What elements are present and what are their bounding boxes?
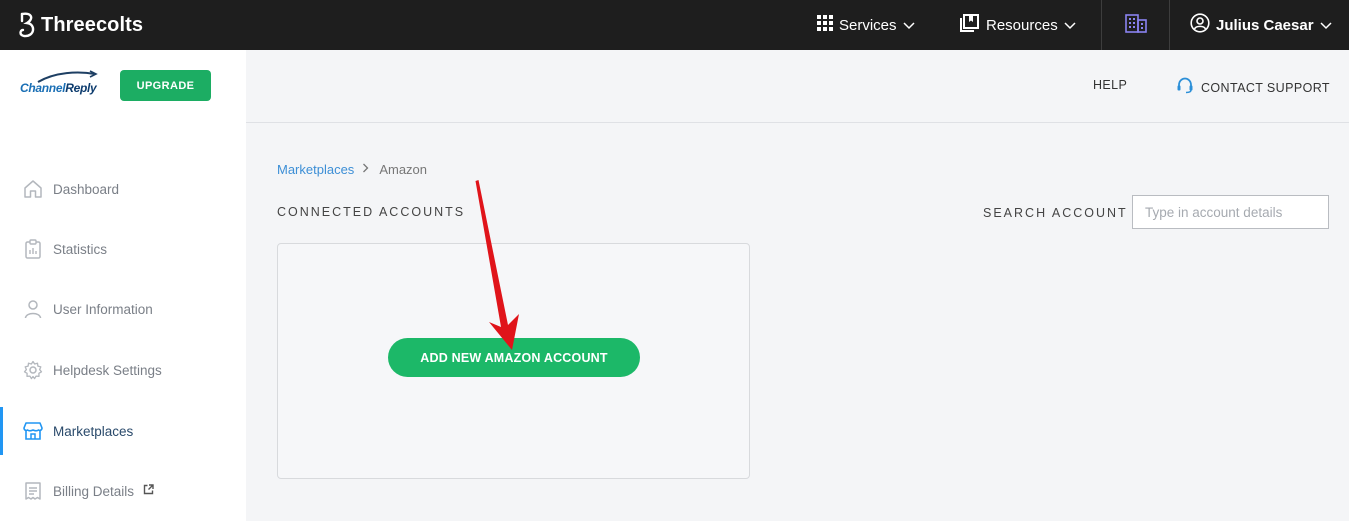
sidebar-item-marketplaces[interactable]: Marketplaces	[0, 407, 246, 455]
grid-icon	[817, 15, 833, 35]
resources-menu[interactable]: Resources	[960, 0, 1076, 50]
sidebar-item-label: Helpdesk Settings	[53, 362, 162, 378]
sidebar-item-statistics[interactable]: Statistics	[0, 225, 246, 273]
chevron-down-icon	[903, 17, 915, 34]
external-link-icon	[143, 482, 154, 500]
search-account-input[interactable]	[1132, 195, 1329, 229]
user-menu[interactable]: Julius Caesar	[1190, 0, 1332, 50]
search-label: SEARCH ACCOUNT	[983, 206, 1128, 220]
chevron-down-icon	[1320, 17, 1332, 34]
contact-support-link[interactable]: CONTACT SUPPORT	[1176, 76, 1330, 99]
top-navbar: Threecolts Services Resources Julius Cae…	[0, 0, 1349, 50]
chevron-down-icon	[1064, 17, 1076, 34]
nav-divider	[1169, 0, 1170, 50]
breadcrumb-marketplaces[interactable]: Marketplaces	[277, 162, 354, 177]
sidebar-item-label: Marketplaces	[53, 423, 134, 439]
user-circle-icon	[1190, 13, 1210, 37]
active-indicator	[0, 407, 3, 455]
sidebar-item-dashboard[interactable]: Dashboard	[0, 165, 246, 213]
sidebar-item-label: User Information	[53, 301, 153, 317]
building-button[interactable]	[1102, 0, 1170, 50]
services-menu[interactable]: Services	[817, 0, 915, 50]
upgrade-button[interactable]: UPGRADE	[120, 70, 211, 101]
store-icon	[22, 420, 44, 442]
clipboard-icon	[22, 238, 44, 260]
sidebar-item-helpdesk-settings[interactable]: Helpdesk Settings	[0, 346, 246, 394]
sidebar-item-label: Billing Details	[53, 483, 135, 499]
invoice-icon	[22, 480, 44, 502]
user-icon	[22, 298, 44, 320]
logo-text: ChannelReply	[20, 81, 97, 95]
brand-name: Threecolts	[41, 13, 144, 36]
book-icon	[960, 14, 980, 36]
help-link[interactable]: HELP	[1093, 78, 1127, 92]
section-title: CONNECTED ACCOUNTS	[277, 205, 466, 219]
contact-support-label: CONTACT SUPPORT	[1201, 80, 1330, 95]
threecolts-logo-icon	[18, 11, 38, 39]
sidebar: ChannelReply UPGRADE Dashboard Statistic…	[0, 50, 246, 521]
building-icon	[1125, 13, 1147, 38]
resources-label: Resources	[986, 16, 1058, 34]
breadcrumb-current: Amazon	[379, 162, 428, 177]
channelreply-logo[interactable]: ChannelReply	[20, 70, 100, 106]
sidebar-item-label: Dashboard	[53, 181, 120, 197]
chevron-right-icon	[362, 163, 369, 176]
sidebar-item-billing-details[interactable]: Billing Details	[0, 467, 246, 515]
breadcrumb: Marketplaces Amazon	[277, 162, 427, 177]
sidebar-item-label: Statistics	[53, 241, 108, 257]
sidebar-item-user-information[interactable]: User Information	[0, 285, 246, 333]
add-amazon-account-button[interactable]: ADD NEW AMAZON ACCOUNT	[388, 338, 640, 377]
services-label: Services	[839, 16, 897, 34]
headset-icon	[1176, 76, 1194, 99]
gear-icon	[22, 359, 44, 381]
home-icon	[22, 178, 44, 200]
user-name: Julius Caesar	[1216, 16, 1314, 34]
brand[interactable]: Threecolts	[18, 10, 143, 40]
